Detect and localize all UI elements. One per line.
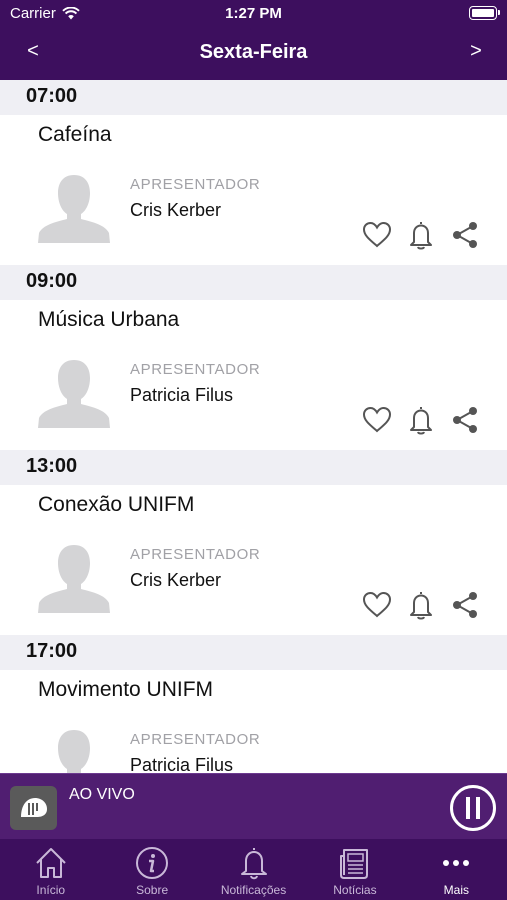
heart-icon[interactable] [361, 589, 393, 621]
presenter-avatar-icon [38, 175, 110, 243]
presenter-name: Cris Kerber [130, 200, 222, 220]
page-title: Sexta-Feira [199, 41, 308, 63]
presenter-avatar-icon [58, 730, 90, 773]
presenter-name: Cris Kerber [130, 570, 222, 590]
time-header: 17:00 [0, 635, 507, 670]
tab-label: Notificações [220, 883, 287, 897]
program-title: Conexão UNIFM [38, 493, 195, 516]
role-label: APRESENTADOR [130, 361, 261, 378]
schedule-list[interactable]: 07:00 Cafeína APRESENTADOR Cris Kerber 0… [0, 80, 507, 773]
tab-label: Notícias [333, 883, 377, 897]
tab-label: Mais [443, 883, 469, 897]
program-actions [361, 404, 481, 436]
pause-icon[interactable] [449, 784, 497, 832]
station-logo [10, 786, 57, 830]
tab-mais[interactable]: Mais [406, 839, 507, 900]
time-header: 13:00 [0, 450, 507, 485]
live-player-bar[interactable]: AO VIVO [0, 773, 507, 839]
status-bar: Carrier 1:27 PM [0, 0, 507, 28]
share-icon[interactable] [449, 219, 481, 251]
next-day-button[interactable]: > [461, 40, 491, 63]
program-actions [361, 219, 481, 251]
clock: 1:27 PM [225, 5, 282, 22]
tab-label: Sobre [136, 883, 169, 897]
tab-sobre[interactable]: Sobre [101, 839, 202, 900]
presenter-name: Patricia Filus [130, 755, 234, 773]
tab-inicio[interactable]: Início [0, 839, 101, 900]
program-title: Música Urbana [38, 308, 180, 331]
newspaper-icon [339, 849, 368, 879]
program-actions [361, 589, 481, 621]
program-title: Cafeína [38, 123, 112, 146]
presenter-avatar-icon [38, 545, 110, 613]
program-item[interactable]: Música Urbana APRESENTADOR Patricia Filu… [0, 300, 507, 450]
program-title: Movimento UNIFM [38, 678, 214, 701]
station-logo-icon [20, 798, 47, 817]
tab-notificacoes[interactable]: Notificações [203, 839, 304, 900]
home-icon [35, 848, 66, 878]
presenter-name: Patricia Filus [130, 385, 234, 405]
bell-icon[interactable] [405, 219, 437, 251]
presenter-avatar-icon [38, 360, 110, 428]
time-header: 09:00 [0, 265, 507, 300]
time-header: 07:00 [0, 80, 507, 115]
program-item[interactable]: Movimento UNIFM APRESENTADOR Patricia Fi… [0, 670, 507, 773]
role-label: APRESENTADOR [130, 546, 261, 563]
bell-icon[interactable] [405, 404, 437, 436]
tab-noticias[interactable]: Notícias [304, 839, 405, 900]
role-label: APRESENTADOR [130, 731, 261, 748]
program-item[interactable]: Cafeína APRESENTADOR Cris Kerber [0, 115, 507, 265]
bell-icon[interactable] [405, 589, 437, 621]
tab-label: Início [36, 883, 66, 897]
heart-icon[interactable] [361, 219, 393, 251]
info-icon [136, 847, 169, 879]
heart-icon[interactable] [361, 404, 393, 436]
role-label: APRESENTADOR [130, 176, 261, 193]
program-item[interactable]: Conexão UNIFM APRESENTADOR Cris Kerber [0, 485, 507, 635]
share-icon[interactable] [449, 404, 481, 436]
share-icon[interactable] [449, 589, 481, 621]
more-icon [443, 860, 470, 866]
tab-bar: Início Sobre Notificações Notícias Mais [0, 839, 507, 900]
bell-icon [240, 848, 267, 880]
navigation-bar: < Sexta-Feira > [0, 28, 507, 80]
live-label: AO VIVO [69, 786, 135, 803]
battery-icon [469, 6, 500, 20]
